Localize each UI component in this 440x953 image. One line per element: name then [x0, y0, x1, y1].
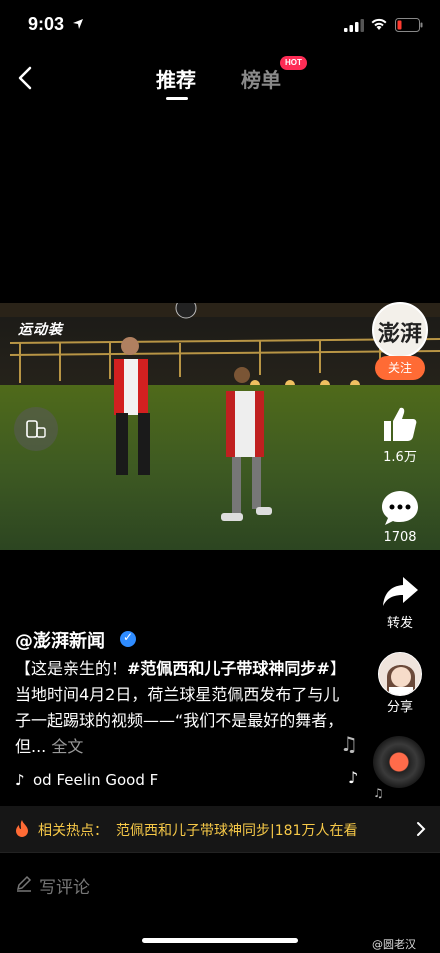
status-bar: 9:03	[0, 0, 440, 50]
related-hot-topic-bar[interactable]: 相关热点： 范佩西和儿子带球神同步|181万人在看	[0, 806, 440, 852]
video-caption[interactable]: 【这是亲生的！#范佩西和儿子带球神同步#】当地时间4月2日，荷兰球星范佩西发布了…	[15, 656, 355, 760]
friend-avatar-image	[379, 653, 421, 695]
comment-bubble-icon[interactable]	[380, 488, 420, 528]
back-chevron-icon[interactable]	[15, 65, 35, 91]
video-watermark: 运动装	[18, 322, 63, 338]
music-ticker[interactable]: ♪ od Feelin Good F	[15, 771, 195, 793]
hot-badge: HOT	[280, 56, 307, 70]
active-tab-indicator	[166, 97, 188, 100]
battery-low-icon	[395, 18, 423, 32]
avatar-logo-text: 澎湃	[377, 321, 422, 347]
forward-arrow-icon[interactable]	[380, 572, 420, 612]
signal-icon	[344, 19, 364, 32]
share-label: 分享	[386, 700, 413, 715]
flame-icon	[16, 820, 28, 837]
chevron-right-icon	[417, 822, 426, 836]
status-time: 9:03	[28, 14, 65, 34]
home-indicator[interactable]	[142, 938, 298, 943]
caption-prefix: 【这是亲生的！	[15, 659, 128, 678]
tab-recommend[interactable]: 推荐	[156, 64, 196, 93]
comment-input[interactable]: 写评论	[39, 873, 90, 898]
rotate-screen-button[interactable]	[14, 407, 58, 451]
tab-ranking[interactable]: 榜单	[241, 64, 281, 93]
music-note-small-icon: ♪	[15, 771, 25, 789]
music-disc-icon[interactable]	[373, 736, 425, 788]
music-title: od Feelin Good F	[33, 771, 159, 789]
weibo-watermark: @圆老汉	[372, 938, 416, 951]
music-note-icon: ♪	[348, 768, 359, 787]
follow-button[interactable]: 关注	[375, 356, 425, 380]
comment-count: 1708	[383, 530, 417, 545]
share-friend-avatar[interactable]	[378, 652, 422, 696]
hot-topic-label: 相关热点：	[38, 823, 108, 839]
like-count: 1.6万	[383, 450, 417, 465]
forward-label: 转发	[386, 616, 413, 631]
account-avatar[interactable]: 澎湃	[372, 302, 428, 358]
expand-caption-link[interactable]: 全文	[51, 737, 83, 756]
rotate-phone-icon	[26, 420, 46, 438]
author-name[interactable]: @澎湃新闻	[15, 627, 105, 653]
like-thumb-icon[interactable]	[380, 404, 420, 444]
wifi-icon	[371, 18, 387, 30]
caption-hashtag[interactable]: #范佩西和儿子带球神同步#	[127, 659, 330, 678]
divider	[0, 852, 440, 853]
music-note-icon: ♫	[373, 786, 384, 800]
pen-icon	[16, 875, 32, 892]
verified-badge-icon: ✓	[120, 630, 136, 647]
location-arrow-icon	[73, 19, 83, 29]
hot-topic-text: 范佩西和儿子带球神同步|181万人在看	[116, 823, 358, 839]
